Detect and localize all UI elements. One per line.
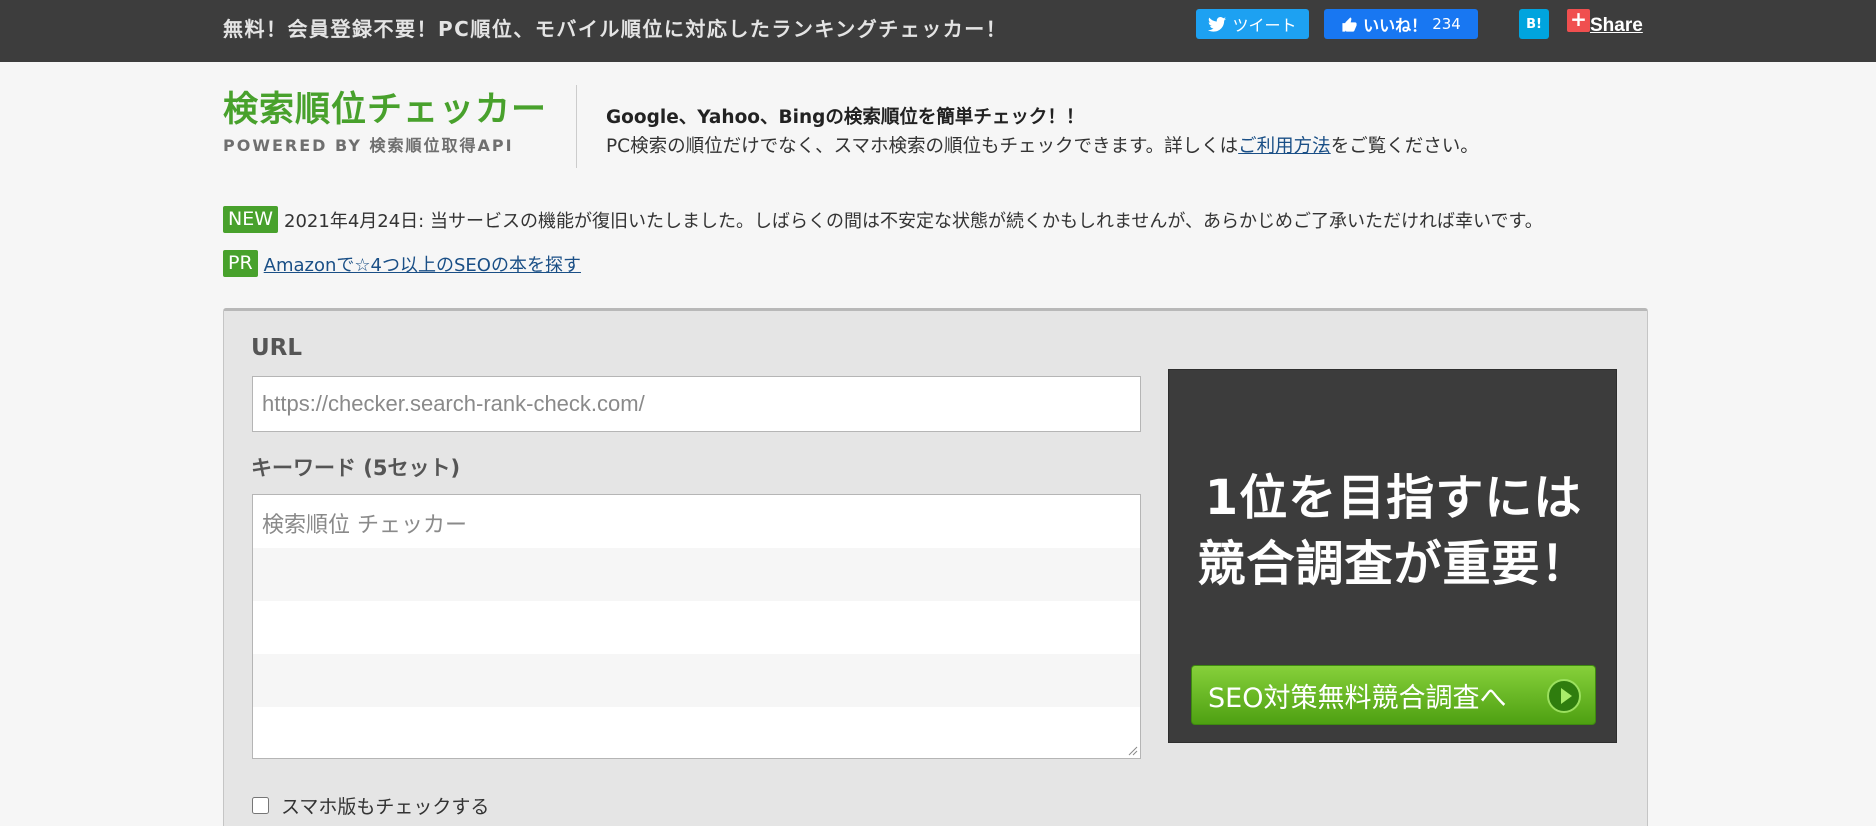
share-label: Share	[1590, 15, 1643, 36]
url-input[interactable]	[252, 376, 1141, 432]
logo-subtitle: POWERED BY 検索順位取得API	[223, 136, 514, 155]
ad-headline-line2: 競合調査が重要！	[1197, 536, 1590, 592]
like-label: いいね！	[1363, 16, 1428, 35]
competitor-research-ad[interactable]: 1位を目指すには 競合調査が重要！ SEO対策無料競合調査へ	[1168, 369, 1617, 743]
top-bar: 無料！会員登録不要！PC順位、モバイル順位に対応したランキングチェッカー！ ツイ…	[0, 0, 1876, 62]
usage-link[interactable]: ご利用方法	[1238, 136, 1331, 157]
ad-cta-label: SEO対策無料競合調査へ	[1208, 682, 1507, 714]
news-notice: NEW 2021年4月24日: 当サービスの機能が復旧いたしました。しばらくの間…	[223, 206, 1543, 233]
tweet-label: ツイート	[1232, 16, 1297, 35]
play-arrow-icon	[1547, 679, 1581, 713]
pr-notice: PR Amazonで☆4つ以上のSEOの本を探す	[223, 250, 581, 277]
thumbs-up-icon	[1342, 16, 1357, 32]
hatena-icon: B!	[1526, 16, 1542, 32]
mobile-check-row[interactable]: スマホ版もチェックする	[252, 792, 489, 819]
twitter-bird-icon	[1208, 16, 1227, 32]
share-button[interactable]: + Share	[1567, 9, 1643, 41]
keyword-label: キーワード (5セット)	[251, 456, 461, 480]
ad-cta-button[interactable]: SEO対策無料競合調査へ	[1191, 665, 1596, 725]
site-tagline: 無料！会員登録不要！PC順位、モバイル順位に対応したランキングチェッカー！	[223, 17, 1008, 41]
header-subtext-after: をご覧ください。	[1330, 136, 1479, 157]
plus-icon: +	[1567, 9, 1590, 32]
header-subtext: PC検索の順位だけでなく、スマホ検索の順位もチェックできます。詳しくはご利用方法…	[606, 132, 1479, 161]
keyword-row	[253, 654, 1140, 707]
ad-headline: 1位を目指すには 競合調査が重要！	[1169, 465, 1618, 597]
keyword-row: 検索順位 チェッカー	[262, 513, 467, 538]
tweet-button[interactable]: ツイート	[1196, 9, 1309, 39]
logo-title: 検索順位チェッカー	[223, 90, 548, 130]
header-subtext-before: PC検索の順位だけでなく、スマホ検索の順位もチェックできます。詳しくは	[606, 136, 1239, 157]
mobile-checkbox[interactable]	[252, 797, 269, 814]
header-description: Google、Yahoo、Bingの検索順位を簡単チェック！！ PC検索の順位だ…	[606, 103, 1479, 161]
header-divider	[576, 85, 577, 168]
keyword-row	[253, 707, 1140, 760]
header-headline: Google、Yahoo、Bingの検索順位を簡単チェック！！	[606, 107, 1085, 128]
new-badge: NEW	[223, 206, 279, 233]
keyword-textarea[interactable]: 検索順位 チェッカー	[252, 494, 1141, 759]
facebook-like-button[interactable]: いいね！ 234	[1324, 9, 1478, 39]
hatena-bookmark-button[interactable]: B!	[1519, 9, 1549, 39]
keyword-row	[253, 548, 1140, 601]
url-label: URL	[251, 335, 303, 361]
pr-badge: PR	[223, 250, 258, 277]
mobile-check-label: スマホ版もチェックする	[281, 796, 490, 818]
keyword-row	[253, 601, 1140, 654]
site-logo[interactable]: 検索順位チェッカー POWERED BY 検索順位取得API	[223, 86, 548, 156]
like-count: 234	[1432, 15, 1461, 33]
news-text: 2021年4月24日: 当サービスの機能が復旧いたしました。しばらくの間は不安定…	[284, 210, 1543, 232]
amazon-seo-books-link[interactable]: Amazonで☆4つ以上のSEOの本を探す	[264, 251, 581, 277]
ad-headline-line1: 1位を目指すには	[1204, 470, 1583, 526]
resize-grip-icon[interactable]	[1126, 744, 1138, 756]
